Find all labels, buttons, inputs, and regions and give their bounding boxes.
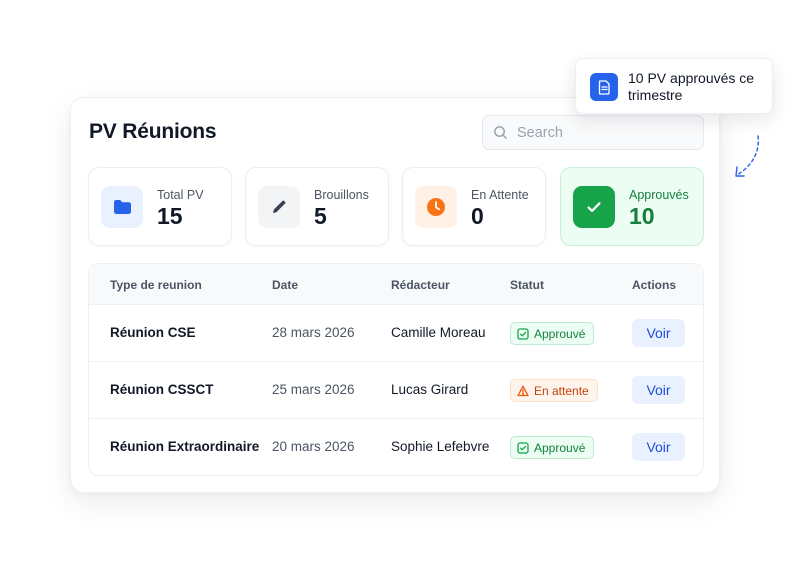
stat-card-pending: En Attente 0 <box>402 167 546 246</box>
page-title: PV Réunions <box>89 120 217 143</box>
document-icon <box>590 73 618 101</box>
search-box[interactable] <box>482 115 704 150</box>
status-label: Approuvé <box>534 326 586 341</box>
table-row: Réunion Extraordinaire 20 mars 2026 Soph… <box>89 419 703 475</box>
status-badge: Approuvé <box>510 322 595 345</box>
column-header-date: Date <box>272 278 299 292</box>
meeting-type: Réunion Extraordinaire <box>110 439 260 454</box>
checkbox-icon <box>517 327 529 340</box>
stat-value: 5 <box>314 203 327 229</box>
search-input[interactable] <box>517 124 687 141</box>
stat-label: Approuvés <box>629 188 689 202</box>
meeting-date: 20 mars 2026 <box>272 439 355 454</box>
meeting-date: 28 mars 2026 <box>272 325 355 340</box>
stat-card-drafts: Brouillons 5 <box>245 167 389 246</box>
meeting-author: Lucas Girard <box>391 382 469 397</box>
table-row: Réunion CSE 28 mars 2026 Camille Moreau … <box>89 305 703 362</box>
stat-label: Brouillons <box>314 188 369 202</box>
warning-icon <box>517 385 529 396</box>
table-header: Type de reunion Date Rédacteur Statut Ac… <box>89 264 703 305</box>
folder-icon <box>101 186 143 228</box>
notification-toast: 10 PV approuvés ce trimestre <box>575 58 773 114</box>
status-badge: Approuvé <box>510 436 595 459</box>
stat-value: 0 <box>471 203 484 229</box>
meeting-type: Réunion CSSCT <box>110 382 214 397</box>
pencil-icon <box>258 186 300 228</box>
column-header-status: Statut <box>510 278 544 292</box>
clock-icon <box>415 186 457 228</box>
view-button[interactable]: Voir <box>632 433 685 461</box>
meeting-author: Camille Moreau <box>391 325 486 340</box>
meeting-type: Réunion CSE <box>110 325 196 340</box>
stat-label: Total PV <box>157 188 204 202</box>
stat-card-approved: Approuvés 10 <box>560 167 704 246</box>
view-button[interactable]: Voir <box>632 319 685 347</box>
column-header-type: Type de reunion <box>110 278 202 292</box>
search-icon <box>494 126 507 139</box>
meeting-date: 25 mars 2026 <box>272 382 355 397</box>
column-header-author: Rédacteur <box>391 278 450 292</box>
check-icon <box>573 186 615 228</box>
status-label: En attente <box>534 383 589 398</box>
pv-card: PV Réunions Total PV 15 Brouillons 5 En … <box>70 97 720 493</box>
stat-value: 15 <box>157 203 183 229</box>
status-label: Approuvé <box>534 440 586 455</box>
meeting-author: Sophie Lefebvre <box>391 439 490 454</box>
column-header-actions: Actions <box>632 278 677 292</box>
table-row: Réunion CSSCT 25 mars 2026 Lucas Girard … <box>89 362 703 419</box>
stat-card-total: Total PV 15 <box>88 167 232 246</box>
pv-table: Type de reunion Date Rédacteur Statut Ac… <box>88 263 704 476</box>
view-button[interactable]: Voir <box>632 376 685 404</box>
curved-arrow-icon <box>735 135 759 177</box>
status-badge: En attente <box>510 379 598 402</box>
toast-text: 10 PV approuvés ce trimestre <box>628 70 755 103</box>
stat-value: 10 <box>629 203 655 229</box>
checkbox-icon <box>517 441 529 454</box>
stat-label: En Attente <box>471 188 529 202</box>
